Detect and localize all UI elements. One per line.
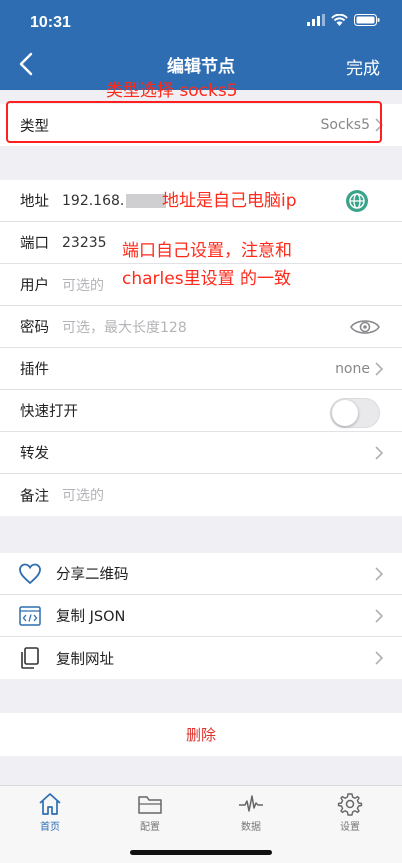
note-input[interactable]: 可选的 [62, 485, 104, 505]
annotation-type: 类型选择 socks5 [106, 81, 238, 101]
address-label: 地址 [20, 194, 49, 210]
plugin-row[interactable]: 插件 none [0, 348, 402, 390]
copy-url-label: 复制网址 [56, 651, 114, 668]
share-qr-row[interactable]: 分享二维码 [0, 553, 402, 595]
folder-icon [138, 796, 162, 814]
quick-open-label: 快速打开 [20, 404, 78, 420]
plugin-value: none [335, 360, 370, 377]
annotation-address: 地址是自己电脑ip [162, 191, 297, 211]
chevron-right-icon [375, 651, 384, 665]
tab-data[interactable]: 数据 [221, 792, 281, 833]
copy-json-row[interactable]: 复制 JSON [0, 595, 402, 637]
globe-icon[interactable] [346, 190, 368, 212]
share-qr-label: 分享二维码 [56, 567, 129, 583]
home-indicator [130, 850, 272, 855]
tab-bar: 首页 配置 数据 设置 [0, 785, 402, 863]
tab-settings[interactable]: 设置 [320, 792, 380, 833]
chevron-right-icon [375, 361, 384, 376]
done-button[interactable]: 完成 [346, 54, 380, 79]
tab-home-label: 首页 [40, 822, 60, 833]
chevron-right-icon [375, 608, 384, 623]
code-icon [19, 605, 41, 626]
user-input[interactable]: 可选的 [62, 275, 104, 295]
password-row[interactable]: 密码 可选，最大长度128 [0, 306, 402, 348]
node-form: 地址 192.168. 端口 23235 用户 可选的 密码 可选，最大长度12… [0, 180, 402, 516]
toggle-knob [332, 400, 358, 426]
home-icon [39, 793, 61, 815]
delete-button[interactable]: 删除 [186, 724, 216, 745]
signal-icon [307, 14, 325, 26]
tab-config[interactable]: 配置 [120, 792, 180, 833]
plugin-label: 插件 [20, 362, 49, 378]
annotation-port-line1: 端口自己设置，注意和 [122, 241, 292, 261]
quick-open-row: 快速打开 [0, 390, 402, 432]
tab-config-label: 配置 [140, 822, 160, 833]
tab-settings-label: 设置 [340, 822, 360, 833]
password-label: 密码 [20, 320, 49, 336]
redacted-block [126, 193, 167, 208]
port-value: 23235 [62, 234, 107, 251]
user-label: 用户 [20, 278, 49, 294]
tab-home[interactable]: 首页 [20, 792, 80, 833]
share-section: 分享二维码 复制 JSON 复制网址 [0, 553, 402, 679]
note-label: 备注 [20, 488, 49, 505]
quick-open-toggle[interactable] [330, 398, 380, 428]
chevron-right-icon [375, 445, 384, 460]
status-icons [307, 14, 380, 26]
eye-icon[interactable] [350, 318, 380, 336]
heart-icon [19, 563, 41, 584]
port-label: 端口 [20, 236, 49, 252]
copy-json-label: 复制 JSON [56, 609, 126, 625]
gear-icon [337, 793, 363, 816]
note-row[interactable]: 备注 可选的 [0, 474, 402, 516]
tab-data-label: 数据 [241, 822, 261, 833]
page-title: 编辑节点 [167, 57, 235, 77]
copy-icon [21, 647, 39, 669]
highlight-box [6, 101, 382, 143]
password-input[interactable]: 可选，最大长度128 [62, 317, 187, 337]
forward-label: 转发 [20, 446, 49, 462]
annotation-port-line2: charles里设置 的一致 [122, 269, 291, 289]
chevron-right-icon [375, 566, 384, 581]
wifi-icon [331, 14, 348, 26]
pulse-icon [239, 795, 263, 812]
status-time: 10:31 [30, 14, 71, 31]
forward-row[interactable]: 转发 [0, 432, 402, 474]
delete-section: 删除 [0, 713, 402, 756]
battery-icon [354, 14, 380, 26]
address-value: 192.168. [62, 192, 125, 209]
copy-url-row[interactable]: 复制网址 [0, 637, 402, 679]
